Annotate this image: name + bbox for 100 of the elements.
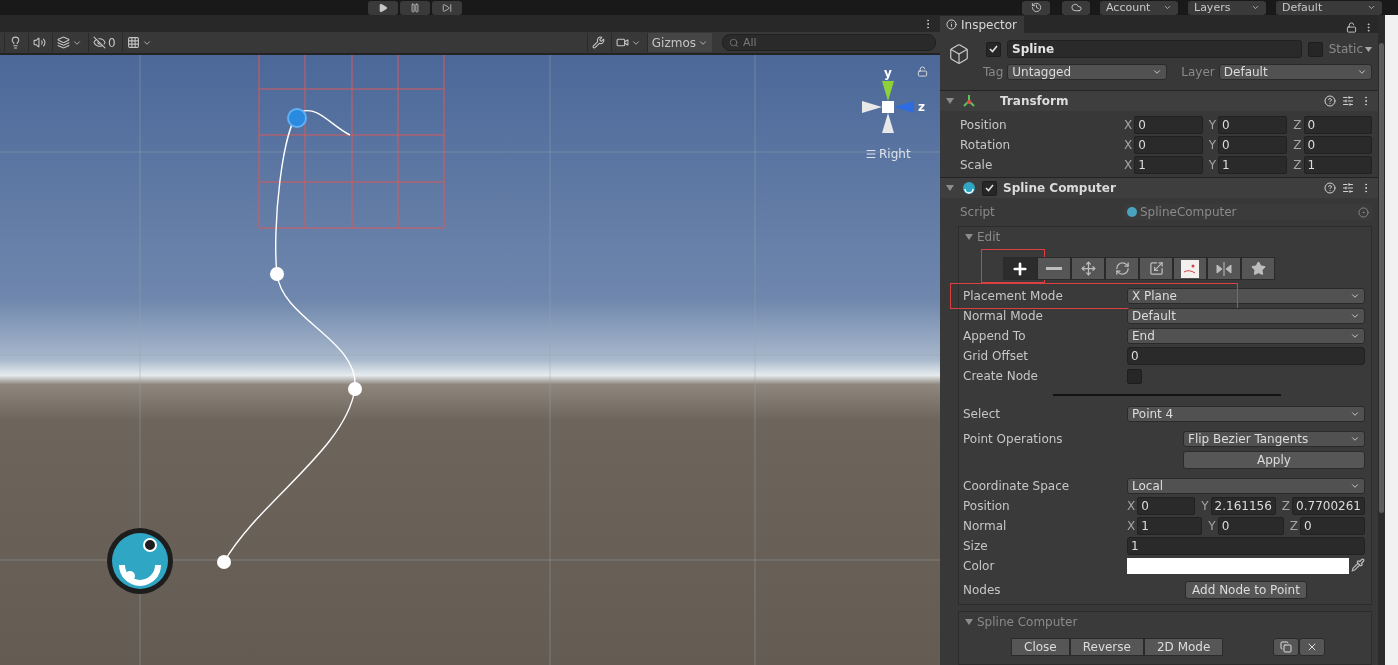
input-field[interactable]: 1	[1127, 537, 1365, 555]
cloud-icon	[1070, 2, 1082, 13]
move-tool-button[interactable]	[1071, 257, 1105, 280]
play-button[interactable]	[368, 0, 398, 15]
close-button[interactable]	[1299, 638, 1326, 656]
checkbox[interactable]	[1127, 368, 1142, 384]
speaker-icon	[33, 36, 46, 49]
number-field[interactable]: 0	[1218, 136, 1288, 154]
eyedropper-icon[interactable]	[1351, 558, 1365, 572]
step-button[interactable]	[432, 0, 462, 15]
axis-label: Z	[1293, 118, 1302, 132]
help-icon[interactable]	[1324, 182, 1336, 194]
pause-button[interactable]	[400, 0, 430, 15]
add-tool-button[interactable]	[1003, 257, 1037, 280]
layer-dropdown[interactable]: Default	[1218, 64, 1372, 80]
field-label: Position	[963, 499, 1011, 513]
axis-label: Z	[1289, 519, 1298, 533]
hidden-objects-button[interactable]: 0	[88, 33, 120, 52]
dropdown[interactable]: Flip Bezier Tangents	[1183, 431, 1365, 447]
field-label: Select	[963, 407, 1002, 421]
field-label: Append To	[963, 329, 1027, 343]
spline-point[interactable]	[348, 382, 362, 396]
dropdown[interactable]: Point 4	[1127, 406, 1365, 422]
dropdown[interactable]: End	[1127, 328, 1365, 344]
toolbar-dropdown[interactable]: Layers	[1188, 0, 1266, 15]
spline-component-icon	[962, 181, 976, 195]
grid-icon	[126, 36, 140, 49]
expand-arrow-icon[interactable]	[946, 97, 954, 105]
number-field[interactable]: 0	[1299, 517, 1365, 535]
toolbar-dropdown[interactable]: Account	[1100, 0, 1178, 15]
input-field[interactable]: 0	[1127, 347, 1365, 365]
dropdown[interactable]: Local	[1127, 478, 1365, 494]
settings-icon[interactable]	[1342, 182, 1354, 194]
caret-icon	[1152, 67, 1163, 77]
toolbar-dropdown[interactable]: Default	[1276, 0, 1382, 15]
mirror-tool-button[interactable]	[1207, 257, 1241, 280]
scrollbar[interactable]	[1378, 15, 1385, 665]
scale-tool-button[interactable]	[1139, 257, 1173, 280]
normal-tool-button[interactable]	[1173, 257, 1207, 280]
number-field[interactable]: 0	[1218, 116, 1288, 134]
action-button[interactable]: Close	[1011, 638, 1070, 656]
step-icon	[442, 2, 452, 13]
expand-arrow-icon[interactable]	[965, 233, 973, 241]
dropdown[interactable]: X Plane	[1127, 288, 1365, 304]
star-tool-button[interactable]	[1241, 257, 1275, 280]
wrench-icon	[591, 36, 605, 49]
number-field[interactable]: 0	[1137, 497, 1196, 515]
history-button[interactable]	[1022, 0, 1050, 15]
apply-button[interactable]: Apply	[1183, 451, 1365, 469]
action-button[interactable]: Reverse	[1069, 638, 1144, 656]
component-title: Transform	[1000, 94, 1070, 108]
static-checkbox[interactable]	[1307, 41, 1323, 57]
number-field[interactable]: 1	[1137, 517, 1203, 535]
number-field[interactable]: 2.161156	[1210, 497, 1276, 515]
copy-button[interactable]	[1273, 638, 1300, 656]
orientation-gizmo-drawing[interactable]: y z	[862, 66, 925, 133]
gizmos-dropdown[interactable]: Gizmos	[646, 33, 712, 52]
spline-point[interactable]	[270, 267, 284, 281]
rotate-tool-button[interactable]	[1105, 257, 1139, 280]
search-icon	[729, 37, 739, 48]
field-label: Point Operations	[963, 432, 1064, 446]
number-field[interactable]: 0	[1134, 116, 1203, 134]
settings-icon[interactable]	[1342, 95, 1354, 107]
mirror-icon	[1215, 261, 1233, 276]
caret-icon	[1365, 46, 1372, 52]
add-node-button[interactable]: Add Node to Point	[1185, 581, 1307, 599]
field-label: Grid Offset	[963, 349, 1030, 363]
field-label: Color	[963, 559, 996, 573]
view-label[interactable]: Right	[865, 147, 911, 161]
dropdown[interactable]: Default	[1127, 308, 1365, 324]
lock-icon[interactable]	[1346, 22, 1357, 33]
expand-arrow-icon[interactable]	[946, 184, 954, 192]
number-field[interactable]: 1	[1218, 156, 1288, 174]
object-name-field[interactable]: Spline	[1007, 40, 1302, 58]
number-field[interactable]: 0.7700261	[1292, 497, 1365, 515]
number-field[interactable]: 0	[1303, 136, 1372, 154]
cloud-button[interactable]	[1062, 0, 1090, 15]
axis-label: X	[1124, 158, 1133, 172]
field-label: Position	[960, 118, 1008, 132]
spline-point[interactable]	[217, 555, 231, 569]
spline-logo-icon	[107, 528, 173, 594]
action-button[interactable]: 2D Mode	[1143, 638, 1224, 656]
color-swatch[interactable]	[1127, 558, 1349, 574]
active-checkbox[interactable]	[986, 41, 1001, 57]
number-field[interactable]: 1	[1303, 156, 1372, 174]
number-field[interactable]: 0	[1134, 136, 1203, 154]
field-label: Placement Mode	[963, 289, 1064, 303]
expand-arrow-icon[interactable]	[965, 618, 973, 626]
axis-label: Z	[1293, 138, 1302, 152]
target-icon[interactable]	[1358, 206, 1369, 218]
remove-tool-button[interactable]	[1037, 257, 1071, 280]
help-icon[interactable]	[1324, 95, 1336, 107]
number-field[interactable]: 0	[1303, 116, 1372, 134]
cube-icon[interactable]	[948, 43, 970, 65]
number-field[interactable]: 1	[1134, 156, 1203, 174]
inspector-tab[interactable]: Inspector	[940, 16, 1024, 33]
lock-icon[interactable]	[917, 66, 928, 77]
tag-dropdown[interactable]: Untagged	[1007, 64, 1168, 80]
number-field[interactable]: 0	[1217, 517, 1284, 535]
component-checkbox[interactable]	[982, 180, 997, 196]
